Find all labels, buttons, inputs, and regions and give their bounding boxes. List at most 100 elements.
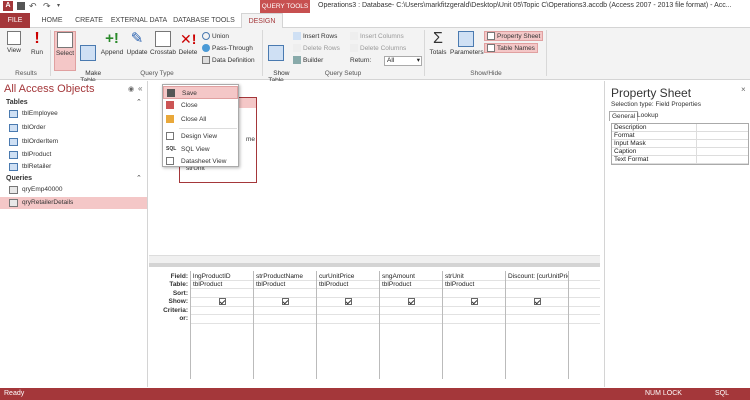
view-button[interactable]: View [4, 31, 24, 54]
nav-item-tblemployee[interactable]: tblEmployee [0, 108, 147, 120]
view-icon [7, 31, 21, 45]
context-menu-datasheet-view[interactable]: Datasheet View [163, 155, 238, 168]
delete-query-button[interactable]: ✕! Delete [178, 31, 198, 56]
nav-pane-title[interactable]: All Access Objects [4, 83, 94, 95]
totals-button[interactable]: Σ Totals [428, 31, 448, 57]
tab-create[interactable]: CREATE [72, 13, 106, 28]
grid-column[interactable]: sngAmount tblProduct [379, 271, 442, 379]
undo-icon[interactable]: ↶ [29, 1, 39, 11]
parameters-icon [458, 31, 474, 47]
table-icon [9, 151, 18, 159]
insert-rows-button[interactable]: Insert Rows [293, 32, 337, 40]
make-table-icon [80, 45, 96, 61]
nav-item-tblproduct[interactable]: tblProduct [0, 149, 147, 161]
table-icon [9, 163, 18, 171]
tab-lookup[interactable]: Lookup [635, 111, 660, 121]
redo-icon[interactable]: ↷ [43, 1, 53, 11]
pass-through-button[interactable]: Pass-Through [202, 44, 253, 52]
query-tools-context-tab: QUERY TOOLS [260, 0, 310, 13]
group-separator [50, 30, 51, 76]
show-checkbox[interactable] [219, 298, 226, 305]
save-icon[interactable] [17, 2, 25, 10]
group-label-show-hide: Show/Hide [470, 70, 502, 77]
field-cell[interactable]: strUnit [445, 273, 505, 280]
field-list-item[interactable]: me [246, 136, 255, 143]
nav-menu-icon[interactable]: ◉ [128, 85, 134, 93]
append-button[interactable]: +! Append [100, 31, 124, 57]
table-icon [9, 138, 18, 146]
field-cell[interactable]: sngAmount [382, 273, 442, 280]
field-cell[interactable]: strProductName [256, 273, 316, 280]
sql-view-button[interactable]: SQL [715, 388, 729, 400]
table-cell[interactable]: tblProduct [445, 281, 505, 288]
property-row[interactable]: Input Mask [612, 140, 748, 148]
table-cell[interactable]: tblProduct [256, 281, 316, 288]
table-names-button[interactable]: Table Names [484, 43, 538, 53]
show-checkbox[interactable] [282, 298, 289, 305]
grid-column[interactable]: strProductName tblProduct [253, 271, 316, 379]
show-checkbox[interactable] [534, 298, 541, 305]
grid-column[interactable] [568, 271, 600, 379]
tab-general[interactable]: General [609, 111, 639, 121]
object-tab-context-menu: Save Close Close All Design View SQL SQL … [162, 84, 239, 167]
builder-button[interactable]: Builder [293, 56, 323, 64]
field-cell[interactable]: curUnitPrice [319, 273, 379, 280]
show-checkbox[interactable] [408, 298, 415, 305]
field-cell[interactable]: Discount: [curUnitPric [508, 273, 568, 280]
context-menu-close[interactable]: Close [163, 99, 238, 112]
delete-columns-button[interactable]: Delete Columns [350, 44, 406, 52]
nav-item-tblretailer[interactable]: tblRetailer [0, 161, 147, 173]
close-icon[interactable]: × [741, 85, 746, 94]
shutter-bar-close-icon[interactable]: « [138, 84, 142, 93]
nav-item-qryretailerdetails[interactable]: qryRetailerDetails [0, 197, 147, 209]
design-horizontal-scrollbar[interactable] [149, 255, 600, 263]
property-row[interactable]: Text Format [612, 156, 748, 164]
tab-database-tools[interactable]: DATABASE TOOLS [172, 13, 236, 28]
field-cell[interactable]: lngProductID [193, 273, 253, 280]
union-button[interactable]: Union [202, 32, 229, 40]
insert-columns-button[interactable]: Insert Columns [350, 32, 404, 40]
update-button[interactable]: ✎ Update [126, 30, 148, 57]
context-menu-close-all[interactable]: Close All [163, 113, 238, 126]
tab-home[interactable]: HOME [36, 13, 68, 28]
property-row[interactable]: Description [612, 124, 748, 132]
insert-columns-icon [350, 32, 358, 40]
tab-file[interactable]: FILE [0, 13, 30, 28]
tab-external-data[interactable]: EXTERNAL DATA [110, 13, 168, 28]
context-menu-design-view[interactable]: Design View [163, 130, 238, 143]
crosstab-icon [155, 31, 171, 47]
show-checkbox[interactable] [471, 298, 478, 305]
grid-column[interactable]: lngProductID tblProduct [190, 271, 253, 379]
show-checkbox[interactable] [345, 298, 352, 305]
context-menu-save[interactable]: Save [163, 86, 238, 99]
queries-group-header[interactable]: Queries ⌃ [0, 173, 148, 184]
tab-design[interactable]: DESIGN [241, 13, 283, 29]
grid-column[interactable]: strUnit tblProduct [442, 271, 505, 379]
select-query-button[interactable]: Select [54, 31, 76, 71]
grid-column[interactable]: curUnitPrice tblProduct [316, 271, 379, 379]
data-definition-button[interactable]: Data Definition [202, 56, 255, 64]
row-label-table: Table: [169, 281, 188, 288]
grid-column[interactable]: Discount: [curUnitPric [505, 271, 568, 379]
num-lock-indicator: NUM LOCK [645, 390, 682, 397]
table-cell[interactable]: tblProduct [319, 281, 379, 288]
nav-item-tblorder[interactable]: tblOrder [0, 122, 147, 134]
parameters-button[interactable]: Parameters [450, 31, 484, 56]
table-cell[interactable]: tblProduct [193, 281, 253, 288]
table-cell[interactable]: tblProduct [382, 281, 442, 288]
delete-rows-button[interactable]: Delete Rows [293, 44, 340, 52]
close-icon [166, 101, 174, 109]
crosstab-button[interactable]: Crosstab [150, 31, 176, 56]
update-icon: ✎ [130, 30, 144, 47]
collapse-chevron-icon: ⌃ [136, 99, 142, 106]
run-button[interactable]: ! Run [28, 31, 46, 57]
property-sheet-button[interactable]: Property Sheet [484, 31, 544, 41]
tables-group-header[interactable]: Tables ⌃ [0, 97, 148, 108]
property-row[interactable]: Caption [612, 148, 748, 156]
return-select[interactable]: All ▾ [384, 56, 422, 66]
property-row[interactable]: Format [612, 132, 748, 140]
nav-item-tblorderitem[interactable]: tblOrderItem [0, 136, 147, 148]
nav-item-qryemp40000[interactable]: qryEmp40000 [0, 184, 147, 196]
table-names-icon [487, 44, 495, 52]
customize-toolbar-icon[interactable]: ▾ [57, 1, 67, 11]
